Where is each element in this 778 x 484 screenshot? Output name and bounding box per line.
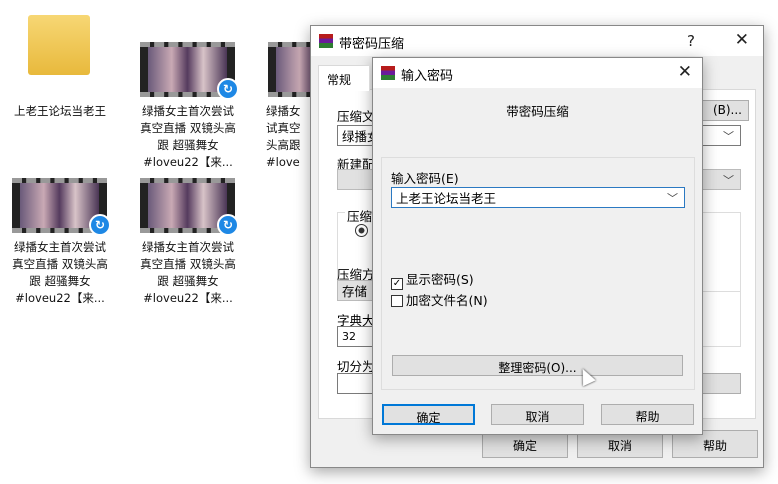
folder-icon[interactable] (28, 15, 90, 75)
chevron-down-icon: ﹀ (667, 192, 678, 205)
video-label: 绿播女主首次尝试真空直播 双镜头高跟 超骚舞女#loveu22【来... (140, 240, 236, 305)
ok-button[interactable]: 确定 (382, 404, 475, 425)
close-button[interactable]: ✕ (735, 30, 749, 50)
checkbox-checked-icon: ✓ (391, 278, 403, 290)
parameters-button[interactable] (699, 373, 741, 394)
help-button[interactable]: ? (687, 32, 695, 50)
close-button[interactable]: ✕ (678, 62, 692, 82)
password-dialog: 输入密码 ✕ 带密码压缩 输入密码(E) 上老王论坛当老王 ﹀ ✓ 显示密码(S) … (372, 57, 703, 435)
help-button[interactable]: 帮助 (601, 404, 694, 425)
password-input[interactable]: 上老王论坛当老王 ﹀ (391, 187, 685, 208)
cancel-button[interactable]: 取消 (491, 404, 584, 425)
organize-passwords-button[interactable]: 整理密码(O)... (392, 355, 683, 376)
video-thumbnail[interactable]: ↻ (140, 42, 239, 100)
format-radio[interactable] (355, 224, 368, 237)
player-badge-icon: ↻ (217, 78, 239, 100)
video-label: 绿播女试真空头高跟#love (266, 104, 301, 169)
video-thumbnail[interactable]: ↻ (140, 178, 239, 236)
folder-label: 上老王论坛当老王 (14, 104, 106, 118)
video-label: 绿播女主首次尝试真空直播 双镜头高跟 超骚舞女#loveu22【来... (12, 240, 108, 305)
video-label: 绿播女主首次尝试真空直播 双镜头高跟 超骚舞女#loveu22【来... (140, 104, 236, 169)
dialog-heading: 带密码压缩 (506, 104, 569, 119)
winrar-icon (319, 34, 333, 48)
show-password-checkbox[interactable]: ✓ 显示密码(S) (391, 269, 474, 290)
encrypt-filenames-checkbox[interactable]: 加密文件名(N) (391, 290, 488, 309)
dialog-title: 输入密码 (401, 69, 454, 84)
player-badge-icon: ↻ (89, 214, 111, 236)
dialog-title: 带密码压缩 (339, 37, 405, 52)
options-group (699, 212, 741, 347)
winrar-icon (381, 66, 395, 80)
tab-general[interactable]: 常规 (318, 65, 370, 91)
checkbox-unchecked-icon (391, 295, 403, 307)
password-label: 输入密码(E) (391, 171, 459, 186)
chevron-down-icon: ﹀ (723, 174, 734, 187)
player-badge-icon: ↻ (217, 214, 239, 236)
chevron-down-icon: ﹀ (723, 130, 734, 143)
video-thumbnail[interactable]: ↻ (12, 178, 111, 236)
